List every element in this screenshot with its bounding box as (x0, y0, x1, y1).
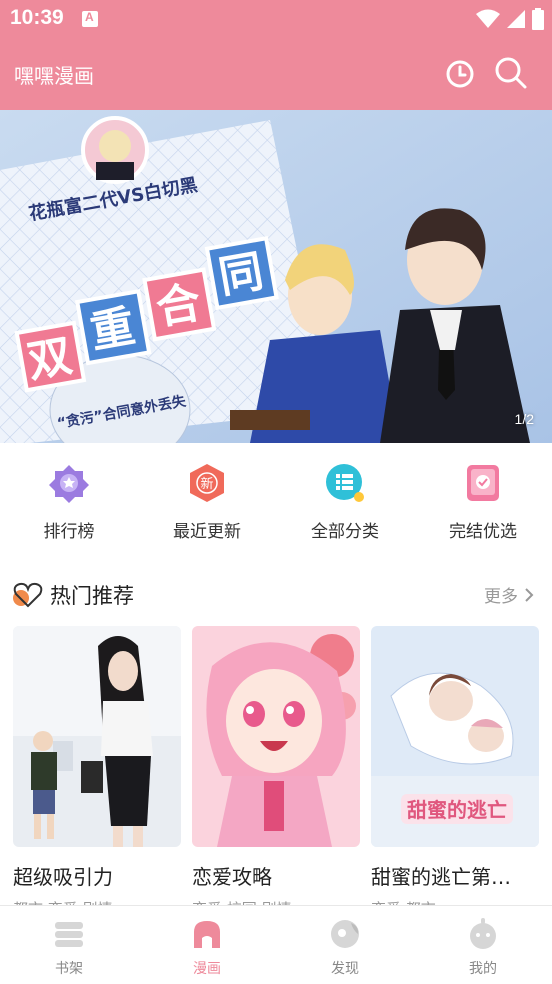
banner-carousel[interactable]: 花瓶富二代VS白切黑 双 重 合 同 “贪污”合同意外丢失 1/2 (0, 110, 552, 443)
app-title: 嘿嘿漫画 (14, 64, 94, 88)
quick-label: 全部分类 (311, 522, 379, 542)
wifi-icon (476, 9, 500, 28)
comic-icon (194, 921, 220, 948)
battery-icon (532, 8, 544, 30)
comic-cover-text: 甜蜜的逃亡 (407, 798, 507, 822)
clock-icon (446, 60, 474, 88)
search-button[interactable] (494, 56, 528, 90)
comic-card[interactable]: 超级吸引力 都市 恋爱 剧情 (13, 626, 181, 919)
comic-title: 超级吸引力 (13, 865, 113, 889)
comic-cover-art (13, 626, 181, 847)
hot-section-header: 热门推荐 更多 (0, 570, 552, 616)
quick-label: 最近更新 (173, 522, 241, 542)
nav-item-discover[interactable]: 发现 (276, 906, 414, 984)
category-list-icon (326, 464, 364, 502)
search-icon (495, 57, 527, 89)
nav-label: 书架 (55, 961, 83, 977)
discover-icon (331, 920, 359, 948)
more-label: 更多 (484, 587, 518, 607)
nav-label: 漫画 (193, 961, 221, 977)
status-bar: 10:39 (0, 0, 552, 38)
status-time: 10:39 (10, 6, 64, 29)
svg-text:合: 合 (152, 277, 204, 335)
ranking-medal-icon (49, 465, 89, 503)
nav-label: 我的 (469, 961, 497, 977)
status-icons (476, 8, 544, 30)
bottom-nav: 书架 漫画 发现 我的 (0, 905, 552, 984)
svg-text:新: 新 (200, 476, 213, 492)
banner-artwork: 花瓶富二代VS白切黑 双 重 合 同 “贪污”合同意外丢失 (0, 110, 552, 443)
quick-label: 完结优选 (449, 522, 517, 542)
quick-item-recent[interactable]: 新 最近更新 (138, 443, 276, 555)
nav-item-comic[interactable]: 漫画 (138, 906, 276, 984)
finished-book-icon (467, 465, 499, 501)
quick-item-category[interactable]: 全部分类 (276, 443, 414, 555)
comic-cover[interactable] (192, 626, 360, 847)
new-badge-icon: 新 (190, 464, 224, 502)
comic-cover[interactable] (13, 626, 181, 847)
comic-cover-art (192, 626, 360, 847)
bookshelf-icon (55, 922, 83, 947)
signal-icon (507, 10, 525, 28)
chevron-right-icon (525, 587, 534, 602)
history-button[interactable] (444, 58, 476, 90)
comic-card[interactable]: 甜蜜的逃亡 甜蜜的逃亡第… 恋爱 都市 (371, 626, 539, 919)
quick-item-ranking[interactable]: 排行榜 (0, 443, 138, 555)
banner-page-indicator: 1/2 (514, 411, 534, 427)
nav-item-profile[interactable]: 我的 (414, 906, 552, 984)
svg-text:双: 双 (24, 330, 76, 388)
comic-title: 恋爱攻略 (192, 865, 272, 889)
comic-card[interactable]: 恋爱攻略 恋爱 校园 剧情 (192, 626, 360, 919)
nav-item-bookshelf[interactable]: 书架 (0, 906, 138, 984)
comic-cover[interactable]: 甜蜜的逃亡 (371, 626, 539, 847)
quick-label: 排行榜 (43, 522, 95, 542)
svg-text:同: 同 (215, 246, 267, 304)
svg-text:重: 重 (87, 301, 139, 359)
notification-app-icon (82, 10, 98, 27)
quick-nav: 排行榜 新 最近更新 全部分类 完结优选 (0, 443, 552, 555)
heart-section-icon (13, 582, 43, 608)
app-bar: 嘿嘿漫画 (0, 38, 552, 110)
section-title: 热门推荐 (50, 584, 134, 608)
quick-item-finished[interactable]: 完结优选 (414, 443, 552, 555)
comic-title: 甜蜜的逃亡第… (371, 865, 511, 889)
more-link[interactable]: 更多 (484, 582, 534, 607)
nav-label: 发现 (331, 961, 359, 977)
comic-cover-art: 甜蜜的逃亡 (371, 626, 539, 847)
profile-icon (470, 918, 496, 949)
